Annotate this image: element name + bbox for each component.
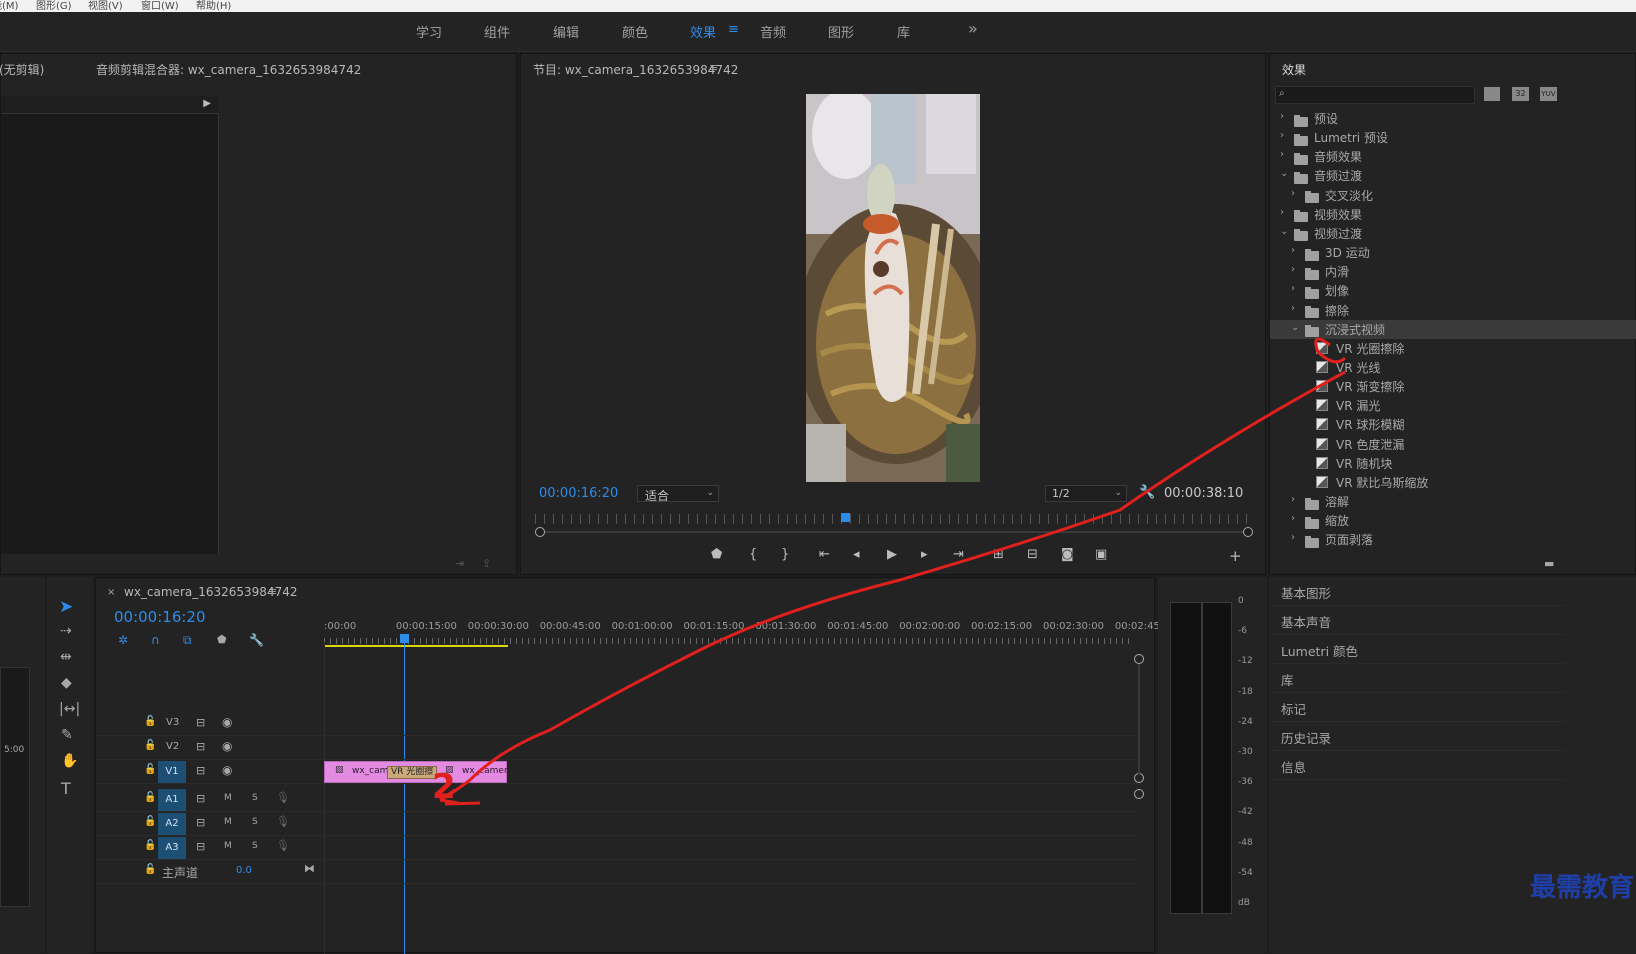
annotation-overlay: 2 [432, 337, 1347, 807]
annotation-circle [1314, 337, 1347, 364]
annotation-number: 2 [432, 767, 456, 807]
annotation-arrow [439, 370, 1346, 802]
